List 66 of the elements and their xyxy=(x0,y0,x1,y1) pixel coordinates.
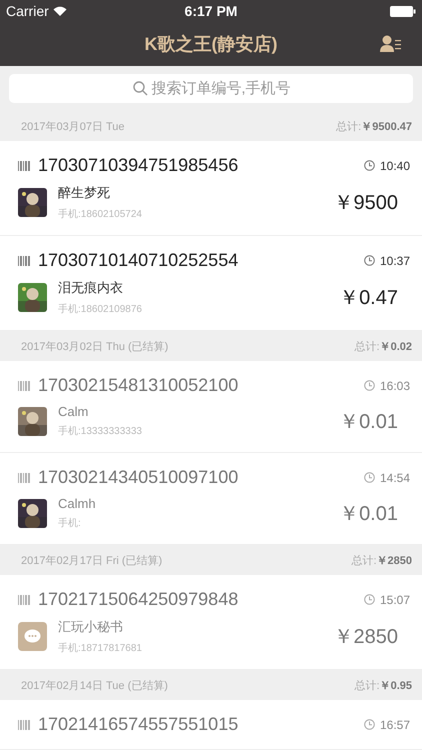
clock-icon xyxy=(364,719,375,730)
order-card[interactable]: 17030710140710252554 10:37 泪无痕内衣 手机:18602109876 ￥0.47 xyxy=(0,236,422,331)
order-time: 14:54 xyxy=(380,470,410,484)
order-number: 17030215481310052100 xyxy=(38,375,238,396)
battery-icon xyxy=(390,6,416,16)
order-number: 17030710140710252554 xyxy=(38,250,238,271)
customer-phone: 手机:13333333333 xyxy=(58,424,142,438)
order-card[interactable]: 17021715064250979848 15:07 汇玩小秘书 手机:18717817681 ￥2850 xyxy=(0,575,422,670)
wifi-icon xyxy=(52,6,67,16)
total-amount: ￥9500.47 xyxy=(361,121,412,133)
customer-phone: 手机:18602105724 xyxy=(58,208,142,221)
date-header: 2017年03月07日 Tue xyxy=(21,120,125,134)
total-label: 总计: xyxy=(354,341,380,353)
barcode-icon xyxy=(18,160,30,170)
user-list-icon[interactable] xyxy=(380,35,402,52)
total-amount: ￥0.02 xyxy=(380,341,412,353)
clock-icon xyxy=(364,594,375,605)
search-field[interactable]: 搜索订单编号,手机号 xyxy=(9,74,413,103)
customer-phone: 手机:18717817681 xyxy=(58,642,142,655)
clock-time: 6:17 PM xyxy=(184,3,238,19)
customer-name: Calmh xyxy=(58,496,96,511)
barcode-icon xyxy=(18,256,30,266)
order-card[interactable]: 17030215481310052100 16:03 Calm 手机:13333333333 ￥0.01 xyxy=(0,361,422,453)
order-card[interactable]: 17021416574557551015 16:57 xyxy=(0,700,422,750)
order-amount: ￥0.01 xyxy=(339,410,398,434)
chat-logo-icon xyxy=(18,622,47,651)
order-card[interactable]: 17030710394751985456 10:40 醉生梦死 手机:18602105724 ￥9500 xyxy=(0,141,422,236)
barcode-icon xyxy=(18,594,30,604)
order-time: 16:03 xyxy=(380,378,410,392)
customer-name: 汇玩小秘书 xyxy=(58,618,124,636)
total-amount: ￥0.95 xyxy=(380,680,412,692)
order-amount: ￥0.01 xyxy=(339,502,398,526)
date-header: 2017年02月17日 Fri (已结算) xyxy=(21,554,162,568)
order-number: 17021715064250979848 xyxy=(38,589,238,610)
barcode-icon xyxy=(18,472,30,482)
customer-name: 醉生梦死 xyxy=(58,184,111,202)
order-time: 10:37 xyxy=(380,254,410,268)
barcode-icon xyxy=(18,720,30,730)
total-label: 总计: xyxy=(336,121,362,133)
clock-icon xyxy=(364,380,375,391)
customer-name: Calm xyxy=(58,404,90,419)
date-header: 2017年02月14日 Tue (已结算) xyxy=(21,678,168,692)
customer-phone: 手机: xyxy=(58,516,82,530)
clock-icon xyxy=(364,160,375,171)
order-amount: ￥2850 xyxy=(334,625,398,650)
order-time: 10:40 xyxy=(380,158,410,172)
total-label: 总计: xyxy=(354,680,380,692)
total-amount: ￥2850 xyxy=(376,555,412,567)
order-number: 17030710394751985456 xyxy=(38,155,238,176)
order-number: 17021416574557551015 xyxy=(38,714,238,735)
carrier-name: Carrier xyxy=(6,3,49,19)
order-number: 17030214340510097100 xyxy=(38,467,238,488)
search-icon xyxy=(133,81,148,96)
order-amount: ￥0.47 xyxy=(339,286,398,311)
total-label: 总计: xyxy=(351,555,377,567)
barcode-icon xyxy=(18,380,30,390)
order-card[interactable]: 17030214340510097100 14:54 Calmh 手机: ￥0.01 xyxy=(0,453,422,545)
order-time: 15:07 xyxy=(380,592,410,606)
clock-icon xyxy=(364,255,375,266)
customer-phone: 手机:18602109876 xyxy=(58,302,142,316)
clock-icon xyxy=(364,472,375,483)
date-header: 2017年03月02日 Thu (已结算) xyxy=(21,340,168,354)
order-amount: ￥9500 xyxy=(334,191,398,216)
customer-name: 泪无痕内衣 xyxy=(58,279,124,297)
nav-title: K歌之王(静安店) xyxy=(144,33,278,56)
order-time: 16:57 xyxy=(380,718,410,732)
